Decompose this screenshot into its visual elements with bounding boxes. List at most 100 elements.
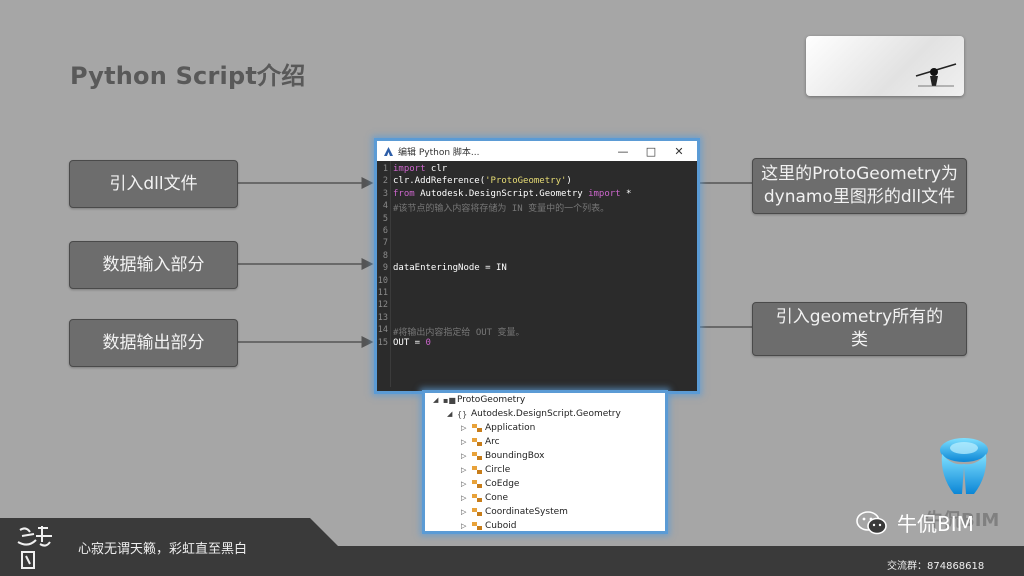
minimize-icon[interactable]: — <box>609 141 637 161</box>
tree-class-item[interactable]: ▷ Application <box>461 421 535 435</box>
tree-class-item[interactable]: ▷ Circle <box>461 463 510 477</box>
class-icon <box>471 493 485 503</box>
tree-class-label: Arc <box>485 437 500 447</box>
code-line: clr.AddReference('ProtoGeometry') <box>393 176 572 186</box>
line-number: 15 <box>377 337 388 348</box>
code-line: from Autodesk.DesignScript.Geometry impo… <box>393 189 631 199</box>
code-token: Autodesk.DesignScript.Geometry <box>414 188 589 199</box>
line-number: 11 <box>377 288 388 298</box>
wechat-account[interactable]: 牛侃BIM <box>855 508 974 537</box>
wechat-icon <box>856 510 887 534</box>
code-token: #该节点的输入内容将存储为 IN 变量中的一个列表。 <box>393 204 610 215</box>
line-number: 12 <box>377 300 388 311</box>
tree-class-item[interactable]: ▷ Arc <box>461 435 500 449</box>
niukan-bim-logo <box>936 436 992 498</box>
tree-class-item[interactable]: ▷ CoEdge <box>461 477 519 491</box>
code-token: * <box>620 188 632 199</box>
class-icon <box>471 521 485 531</box>
code-line: import clr <box>393 164 447 174</box>
code-token: OUT = <box>393 337 426 348</box>
library-tree-panel: ◢ ▪■ ProtoGeometry ◢ {} Autodesk.DesignS… <box>422 390 668 534</box>
label-protogeometry-line1: 这里的ProtoGeometry为 <box>761 164 958 184</box>
code-line: OUT = 0 <box>393 338 431 348</box>
collapse-arrow-icon[interactable]: ▷ <box>461 522 471 530</box>
tree-class-label: CoEdge <box>485 479 520 489</box>
line-number: 1 <box>382 164 388 174</box>
class-icon <box>471 479 485 489</box>
label-import-dll: 引入dll文件 <box>69 160 238 208</box>
wechat-account-name: 牛侃BIM <box>897 512 974 536</box>
group-number: 交流群：874868618 <box>887 561 985 572</box>
code-token: import <box>393 164 426 174</box>
code-token: 'ProtoGeometry' <box>485 176 567 187</box>
class-icon <box>471 451 485 461</box>
line-number: 3 <box>382 188 388 199</box>
code-line: #将输出内容指定给 OUT 变量。 <box>393 325 525 338</box>
tree-root-label: ProtoGeometry <box>457 395 526 405</box>
code-token: from <box>393 188 415 199</box>
collapse-arrow-icon[interactable]: ▷ <box>461 438 471 446</box>
label-protogeometry: 这里的ProtoGeometry为 dynamo里图形的dll文件 <box>752 158 967 214</box>
code-token: dataEnteringNode = IN <box>393 263 507 274</box>
collapse-arrow-icon[interactable]: ▷ <box>461 508 471 516</box>
code-token: import <box>588 188 621 199</box>
code-line: dataEnteringNode = IN <box>393 263 507 273</box>
tree-class-label: Cuboid <box>485 521 517 531</box>
line-number: 6 <box>382 226 388 236</box>
expand-arrow-icon[interactable]: ◢ <box>433 396 443 404</box>
code-token: clr.AddReference( <box>393 176 486 187</box>
code-line: #该节点的输入内容将存储为 IN 变量中的一个列表。 <box>393 201 609 214</box>
line-number: 4 <box>382 201 388 212</box>
code-token: ) <box>566 176 572 187</box>
dynamo-logo-icon <box>382 145 394 157</box>
tree-class-item[interactable]: ▷ BoundingBox <box>461 449 544 463</box>
calligraphy-seal-icon <box>17 526 52 569</box>
tree-namespace-node[interactable]: ◢ {} Autodesk.DesignScript.Geometry <box>447 407 621 421</box>
label-data-output: 数据输出部分 <box>69 319 238 367</box>
tree-class-label: Circle <box>485 465 511 475</box>
niukan-bim-logo-icon <box>940 438 988 494</box>
collapse-arrow-icon[interactable]: ▷ <box>461 466 471 474</box>
collapse-arrow-icon[interactable]: ▷ <box>461 494 471 502</box>
label-protogeometry-line2: dynamo里图形的dll文件 <box>763 187 956 207</box>
assembly-icon: ▪■ <box>443 395 456 405</box>
editor-window-title: 编辑 Python 脚本... <box>398 147 480 158</box>
code-token: 0 <box>425 337 431 348</box>
code-token: clr <box>425 164 448 174</box>
class-icon <box>471 423 485 433</box>
label-data-input: 数据输入部分 <box>69 241 238 289</box>
code-area[interactable]: 1 import clr 2 clr.AddReference('ProtoGeome… <box>377 161 697 387</box>
class-icon <box>471 465 485 475</box>
tree-class-item[interactable]: ▷ Cone <box>461 491 508 505</box>
line-number: 10 <box>377 275 388 286</box>
footer-motto: 心寂无谓天籁，彩虹直至黑白 <box>78 542 248 557</box>
calligraphy-seal <box>12 522 58 572</box>
line-number: 13 <box>377 312 388 323</box>
tree-namespace-label: Autodesk.DesignScript.Geometry <box>471 409 621 419</box>
collapse-arrow-icon[interactable]: ▷ <box>461 480 471 488</box>
class-icon <box>471 507 485 517</box>
tree-class-item[interactable]: ▷ Cuboid <box>461 519 517 531</box>
tree-class-item[interactable]: ▷ CoordinateSystem <box>461 505 568 519</box>
line-number: 5 <box>382 213 388 224</box>
editor-titlebar[interactable]: 编辑 Python 脚本... — □ ✕ <box>377 141 697 161</box>
expand-arrow-icon[interactable]: ◢ <box>447 410 457 418</box>
line-number: 14 <box>377 325 388 336</box>
python-editor-window: 编辑 Python 脚本... — □ ✕ 1 import clr 2 clr.Ad… <box>374 138 700 394</box>
tree-class-label: CoordinateSystem <box>485 507 568 517</box>
label-geometry-classes-line2: 类 <box>851 330 868 350</box>
tree-class-label: Cone <box>485 493 509 503</box>
maximize-icon[interactable]: □ <box>637 141 665 161</box>
label-geometry-classes-line1: 引入geometry所有的 <box>775 307 944 327</box>
namespace-icon: {} <box>457 409 468 419</box>
close-icon[interactable]: ✕ <box>665 141 693 161</box>
collapse-arrow-icon[interactable]: ▷ <box>461 452 471 460</box>
line-number: 9 <box>382 263 388 274</box>
class-icon <box>471 437 485 447</box>
tree-class-label: BoundingBox <box>485 451 545 461</box>
tree-root-node[interactable]: ◢ ▪■ ProtoGeometry <box>433 393 525 407</box>
line-number: 2 <box>382 176 388 187</box>
footer-wedge <box>310 518 338 546</box>
label-geometry-classes: 引入geometry所有的 类 <box>752 302 967 356</box>
collapse-arrow-icon[interactable]: ▷ <box>461 424 471 432</box>
